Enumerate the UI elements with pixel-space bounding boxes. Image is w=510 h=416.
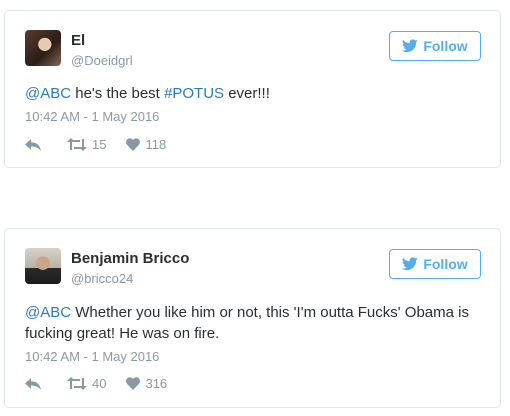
- tweet-text: @ABC Whether you like him or not, this '…: [25, 302, 480, 344]
- like-button[interactable]: 316: [126, 376, 167, 391]
- follow-button[interactable]: Follow: [389, 31, 481, 61]
- mention-link[interactable]: @ABC: [25, 85, 71, 102]
- tweet-text-part: Whether you like him or not, this 'I'm o…: [25, 304, 469, 342]
- reply-button[interactable]: [25, 377, 41, 390]
- retweet-count: 15: [92, 137, 107, 152]
- follow-button[interactable]: Follow: [389, 249, 481, 279]
- retweet-button[interactable]: 40: [67, 376, 106, 391]
- author-name[interactable]: El: [71, 32, 85, 49]
- tweet-text: @ABC he's the best #POTUS ever!!!: [25, 83, 480, 104]
- twitter-bird-icon: [402, 257, 419, 271]
- retweet-icon: [67, 138, 87, 151]
- tweet-text-part: he's the best: [71, 85, 165, 102]
- author-handle[interactable]: @Doeidgrl: [71, 53, 133, 68]
- timestamp[interactable]: 10:42 AM - 1 May 2016: [25, 109, 159, 124]
- author-handle[interactable]: @bricco24: [71, 271, 133, 286]
- page: El @Doeidgrl Follow @ABC he's the best #…: [0, 0, 510, 416]
- retweet-icon: [67, 377, 87, 390]
- avatar[interactable]: [25, 248, 61, 284]
- like-count: 316: [145, 376, 168, 391]
- reply-button[interactable]: [25, 138, 41, 151]
- retweet-button[interactable]: 15: [67, 137, 106, 152]
- retweet-count: 40: [92, 376, 107, 391]
- like-button[interactable]: 118: [126, 137, 166, 152]
- tweet-card-2: Benjamin Bricco @bricco24 Follow @ABC Wh…: [4, 228, 501, 408]
- hashtag-link[interactable]: #POTUS: [164, 85, 224, 102]
- timestamp[interactable]: 10:42 AM - 1 May 2016: [25, 349, 159, 364]
- avatar[interactable]: [25, 30, 61, 66]
- twitter-bird-icon: [402, 39, 419, 53]
- action-bar: 15 118: [25, 137, 186, 152]
- like-count: 118: [145, 137, 167, 152]
- reply-icon: [25, 138, 41, 151]
- reply-icon: [25, 377, 41, 390]
- heart-icon: [126, 138, 141, 151]
- mention-link[interactable]: @ABC: [25, 304, 71, 321]
- author-name[interactable]: Benjamin Bricco: [71, 250, 189, 267]
- tweet-card-1: El @Doeidgrl Follow @ABC he's the best #…: [4, 10, 501, 168]
- follow-label: Follow: [423, 256, 468, 272]
- heart-icon: [126, 377, 141, 390]
- follow-label: Follow: [423, 38, 468, 54]
- tweet-text-part: ever!!!: [224, 85, 270, 102]
- action-bar: 40 316: [25, 376, 187, 391]
